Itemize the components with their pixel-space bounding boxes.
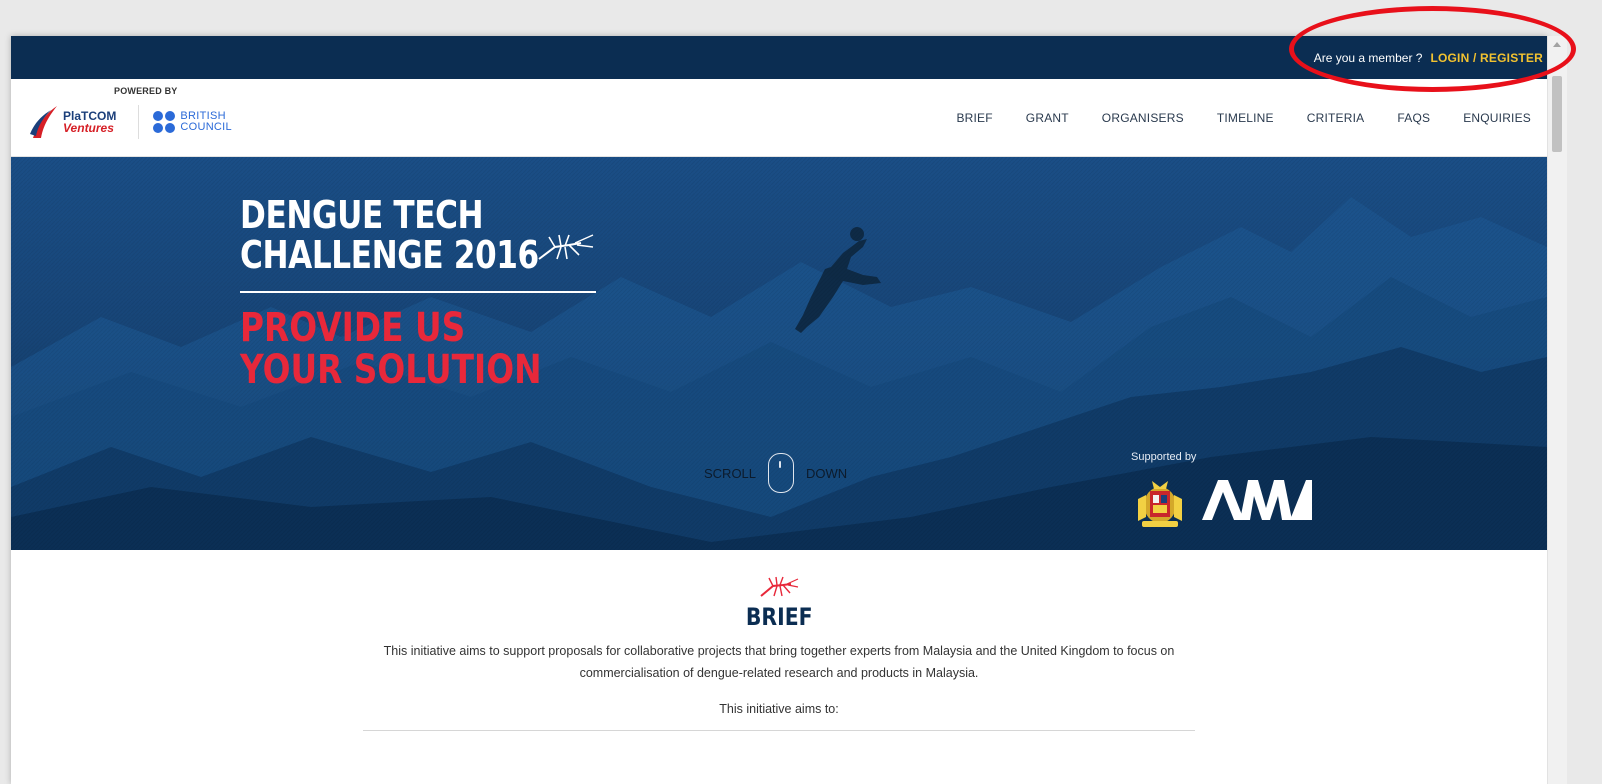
brief-paragraph: This initiative aims to support proposal… [383,644,1175,680]
main-nav: BRIEF GRANT ORGANISERS TIMELINE CRITERIA… [923,111,1547,125]
bc-line2: COUNCIL [180,120,232,133]
platcom-logo[interactable]: PlaTCOM Ventures [29,104,116,140]
scroll-label: SCROLL [704,465,757,481]
british-council-logo[interactable]: BRITISH COUNCIL [138,104,232,139]
malaysia-crest-icon[interactable] [1132,477,1188,529]
nav-enquiries[interactable]: ENQUIRIES [1463,111,1531,125]
nav-timeline[interactable]: TIMELINE [1217,111,1274,125]
down-label: DOWN [806,465,848,481]
platcom-ventures: Ventures [63,120,114,135]
bc-line1: BRITISH [180,109,226,122]
nav-faqs[interactable]: FAQS [1397,111,1430,125]
brief-divider [363,730,1195,731]
platcom-swoosh-icon [30,105,57,138]
platcom-name: PlaTCOM [63,108,117,123]
british-council-dots-icon [153,110,176,133]
scroll-down-hint[interactable]: SCROLL DOWN [704,453,847,493]
member-bar: Are you a member ? LOGIN / REGISTER [11,36,1547,79]
aim-logo-icon[interactable] [1200,478,1314,522]
logo-group: POWERED BY PlaTCOM Ventures BRITISH COUN… [11,79,232,156]
mosquito-icon [538,234,594,260]
hero-banner: DENGUE TECH CHALLENGE 2016 PROVIDE US YO… [11,157,1547,550]
hero-subtitle: PROVIDE US YOUR SOLUTION [240,307,542,391]
scroll-up-arrow-icon[interactable] [1553,42,1561,47]
brief-heading: BRIEF [745,603,813,631]
supported-by-label: Supported by [1131,451,1197,463]
brief-section: BRIEF This initiative aims to support pr… [11,550,1547,731]
login-register-link[interactable]: LOGIN / REGISTER [1430,51,1543,65]
member-question: Are you a member ? [1313,50,1423,65]
hero-title: DENGUE TECH CHALLENGE 2016 [240,195,539,275]
hero-divider [240,291,596,293]
page-scrollbar[interactable] [1547,36,1567,784]
mosquito-red-icon [760,576,799,597]
hero-title-line2: CHALLENGE 2016 [240,233,539,277]
hero-title-line1: DENGUE TECH [240,193,484,237]
nav-criteria[interactable]: CRITERIA [1307,111,1365,125]
powered-by-label: POWERED BY [114,86,178,96]
site-header: POWERED BY PlaTCOM Ventures BRITISH COUN… [11,79,1547,157]
nav-grant[interactable]: GRANT [1026,111,1069,125]
hero-sub-line2: YOUR SOLUTION [240,347,542,393]
nav-organisers[interactable]: ORGANISERS [1102,111,1184,125]
nav-brief[interactable]: BRIEF [956,111,992,125]
mouse-icon [768,453,795,493]
scroll-thumb[interactable] [1552,76,1562,152]
brief-aims-intro: This initiative aims to: [719,702,839,716]
hero-sub-line1: PROVIDE US [240,305,466,351]
browser-page: Are you a member ? LOGIN / REGISTER POWE… [11,36,1547,784]
